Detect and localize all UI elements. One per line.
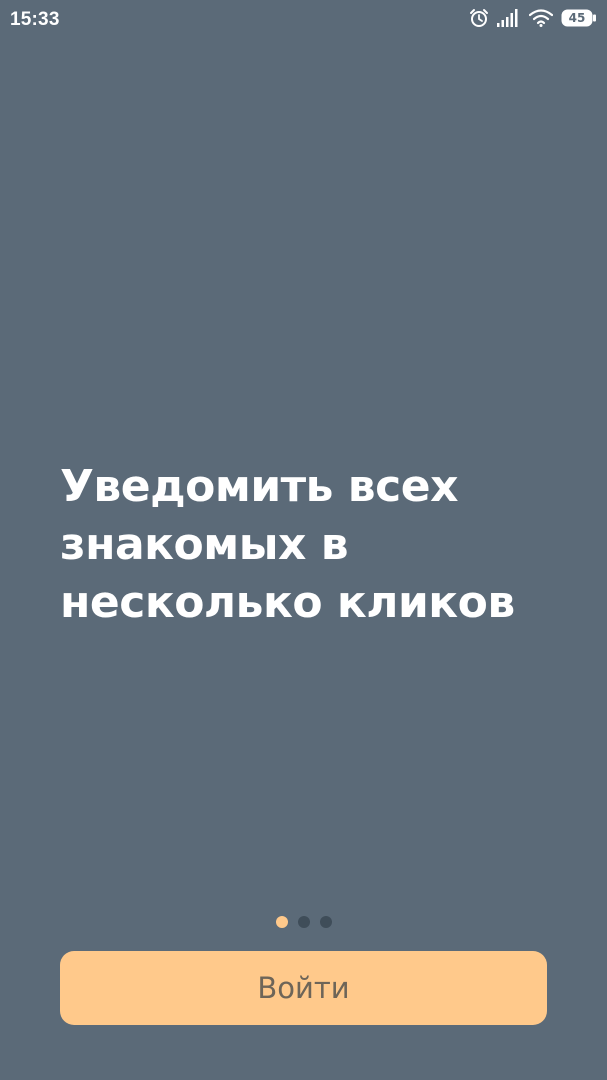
battery-icon: 45 bbox=[561, 9, 597, 27]
onboarding-headline: Уведомить всех знакомых в несколько клик… bbox=[60, 458, 560, 632]
page-dot-2[interactable] bbox=[297, 916, 310, 928]
headline-line-3: несколько кликов bbox=[60, 577, 515, 628]
status-icons: 45 bbox=[469, 6, 597, 30]
page-dot-1[interactable] bbox=[275, 916, 288, 928]
signal-icon bbox=[497, 9, 521, 27]
wifi-icon bbox=[529, 9, 553, 27]
status-time: 15:33 bbox=[10, 9, 60, 30]
battery-level: 45 bbox=[568, 11, 586, 25]
login-button[interactable]: Войти bbox=[60, 951, 547, 1025]
headline-line-2: знакомых в bbox=[60, 519, 349, 570]
page-indicator bbox=[0, 916, 607, 930]
headline-line-1: Уведомить всех bbox=[60, 461, 458, 512]
page-dot-3[interactable] bbox=[319, 916, 332, 928]
alarm-icon bbox=[469, 8, 489, 28]
status-bar: 15:33 45 bbox=[0, 0, 607, 38]
